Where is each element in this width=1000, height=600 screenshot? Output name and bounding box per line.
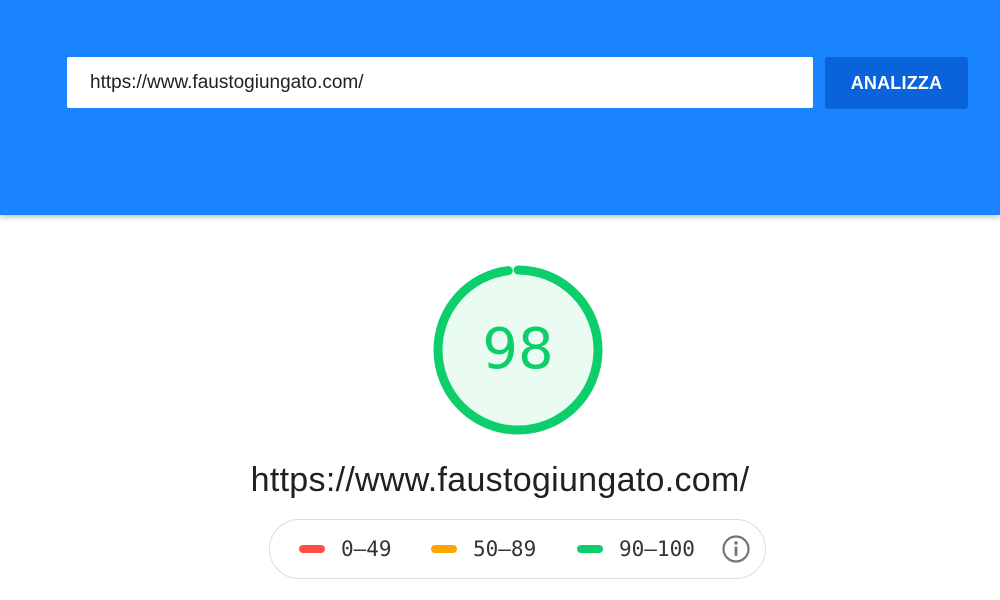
legend-label-average: 50–89 [473, 537, 537, 561]
performance-score: 98 [482, 317, 554, 382]
url-input[interactable] [67, 57, 813, 108]
legend-label-fail: 0–49 [341, 537, 392, 561]
legend-swatch-average [431, 545, 457, 553]
legend-item-fail: 0–49 [299, 520, 392, 578]
score-legend: 0–49 50–89 90–100 [269, 519, 766, 579]
legend-item-pass: 90–100 [577, 520, 695, 578]
analyze-button[interactable]: ANALIZZA [825, 57, 968, 109]
legend-swatch-fail [299, 545, 325, 553]
legend-label-pass: 90–100 [619, 537, 695, 561]
legend-swatch-pass [577, 545, 603, 553]
score-gauge: 98 [428, 260, 608, 440]
legend-item-average: 50–89 [431, 520, 536, 578]
info-icon[interactable] [721, 534, 751, 564]
tested-url: https://www.faustogiungato.com/ [250, 461, 750, 499]
header-bar: ANALIZZA [0, 0, 1000, 215]
